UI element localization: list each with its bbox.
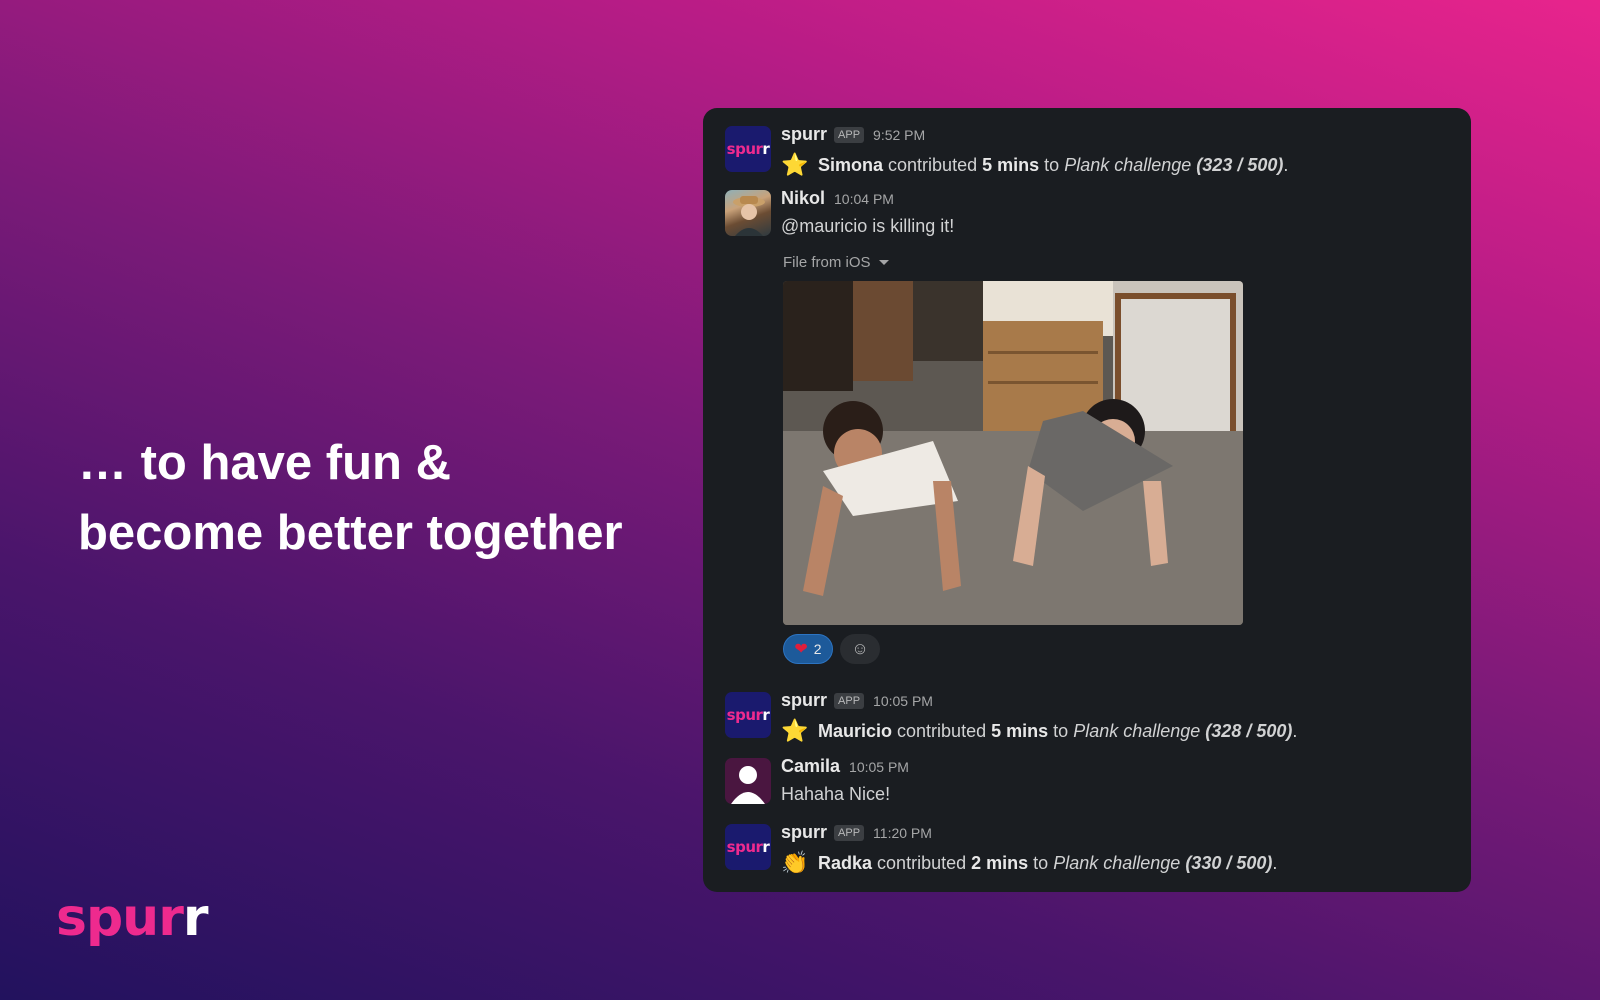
message-header: Camila 10:05 PM	[781, 756, 909, 777]
reaction-count: 2	[813, 641, 822, 657]
message-header: spurr APP 11:20 PM	[781, 822, 932, 843]
message-text: ⭐ Simona contributed 5 mins to Plank cha…	[781, 152, 1289, 177]
star-icon: ⭐	[781, 718, 809, 743]
sender-name[interactable]: spurr	[781, 124, 827, 145]
verb: contributed	[877, 852, 967, 873]
challenge-name: Plank challenge	[1053, 852, 1181, 873]
challenge-progress: (323 / 500)	[1196, 154, 1284, 175]
star-icon: ⭐	[781, 152, 809, 177]
file-label-text: File from iOS	[783, 254, 871, 271]
reactions-bar: ❤ 2 ☺	[783, 634, 880, 664]
message-header: spurr APP 9:52 PM	[781, 124, 925, 145]
user-name: Simona	[818, 154, 884, 175]
challenge-progress: (328 / 500)	[1205, 720, 1293, 741]
nikol-avatar[interactable]	[725, 190, 771, 236]
app-badge: APP	[834, 824, 865, 841]
timestamp[interactable]: 10:04 PM	[834, 191, 894, 207]
clapping-hands-icon: 👏	[781, 850, 809, 875]
message-header: Nikol 10:04 PM	[781, 188, 894, 209]
logo-main: spur	[56, 888, 184, 948]
heart-reaction[interactable]: ❤ 2	[783, 634, 833, 664]
user-name: Mauricio	[818, 720, 893, 741]
add-reaction-button[interactable]: ☺	[840, 634, 880, 664]
verb: contributed	[897, 720, 987, 741]
message-text: Hahaha Nice!	[781, 784, 891, 804]
spurr-logo: spurr	[56, 888, 208, 948]
app-badge: APP	[834, 692, 865, 709]
to: to	[1053, 720, 1069, 741]
tagline: … to have fun & become better together	[78, 428, 623, 568]
timestamp[interactable]: 10:05 PM	[873, 693, 933, 709]
message-text: 👏 Radka contributed 2 mins to Plank chal…	[781, 850, 1278, 875]
sender-name[interactable]: Camila	[781, 756, 840, 777]
verb: contributed	[888, 154, 978, 175]
caret-down-icon	[878, 260, 889, 265]
timestamp[interactable]: 11:20 PM	[873, 825, 932, 841]
to: to	[1044, 154, 1060, 175]
file-label[interactable]: File from iOS	[783, 254, 889, 271]
amount: 5 mins	[991, 720, 1049, 741]
heart-icon: ❤	[794, 641, 808, 658]
message-text: ⭐ Mauricio contributed 5 mins to Plank c…	[781, 718, 1298, 743]
sender-name[interactable]: spurr	[781, 690, 827, 711]
attached-photo[interactable]	[783, 281, 1243, 625]
camila-avatar[interactable]	[725, 758, 771, 804]
challenge-progress: (330 / 500)	[1185, 852, 1273, 873]
timestamp[interactable]: 10:05 PM	[849, 759, 909, 775]
user-name: Radka	[818, 852, 873, 873]
add-reaction-icon: ☺	[851, 639, 869, 658]
chat-panel: spurr spurr APP 9:52 PM ⭐ Simona contrib…	[703, 108, 1471, 892]
spurr-avatar[interactable]: spurr	[725, 824, 771, 870]
message-header: spurr APP 10:05 PM	[781, 690, 933, 711]
spurr-avatar[interactable]: spurr	[725, 692, 771, 738]
spurr-avatar[interactable]: spurr	[725, 126, 771, 172]
timestamp[interactable]: 9:52 PM	[873, 127, 925, 143]
tagline-line-2: become better together	[78, 506, 623, 560]
challenge-name: Plank challenge	[1064, 154, 1192, 175]
challenge-name: Plank challenge	[1073, 720, 1201, 741]
sender-name[interactable]: Nikol	[781, 188, 825, 209]
amount: 5 mins	[982, 154, 1040, 175]
amount: 2 mins	[971, 852, 1029, 873]
tagline-line-1: … to have fun &	[78, 436, 451, 490]
to: to	[1033, 852, 1049, 873]
app-badge: APP	[834, 126, 865, 143]
message-text: @mauricio is killing it!	[781, 216, 955, 236]
sender-name[interactable]: spurr	[781, 822, 827, 843]
logo-last-letter: r	[182, 888, 209, 948]
